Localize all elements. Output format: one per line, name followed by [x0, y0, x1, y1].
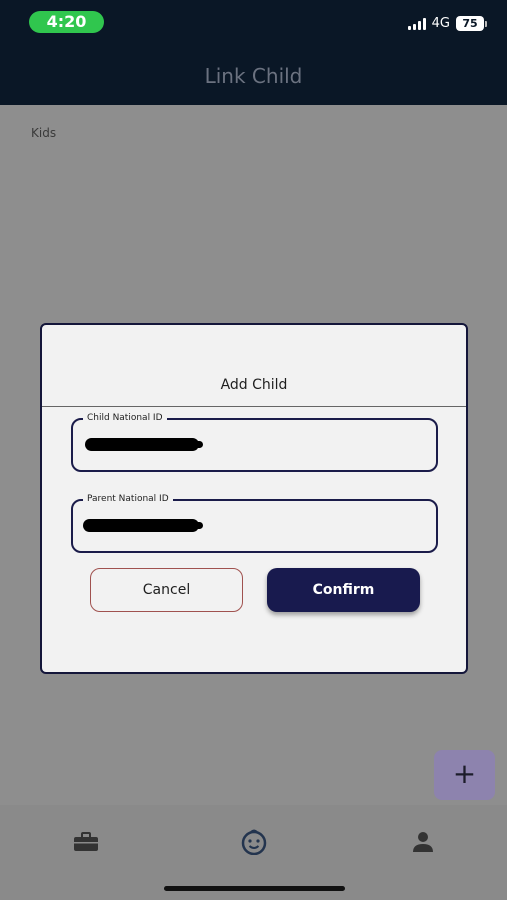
dialog-divider: [42, 406, 466, 407]
app-header: 4:20 4G 75 Link Child: [0, 0, 507, 105]
battery-level: 75: [456, 16, 484, 31]
home-indicator: [164, 886, 345, 891]
cancel-button[interactable]: Cancel: [90, 568, 243, 612]
child-national-id-field[interactable]: Child National ID: [71, 411, 438, 472]
child-face-icon: [241, 829, 267, 855]
network-type: 4G: [431, 16, 450, 31]
section-label-kids: Kids: [31, 126, 57, 140]
confirm-button[interactable]: Confirm: [267, 568, 420, 612]
status-time: 4:20: [29, 11, 104, 33]
signal-icon: [407, 17, 426, 30]
nav-briefcase[interactable]: [71, 827, 101, 857]
parent-national-id-field[interactable]: Parent National ID: [71, 492, 438, 553]
child-national-id-label: Child National ID: [83, 411, 167, 425]
battery-icon: 75: [456, 16, 487, 31]
dialog-title: Add Child: [220, 377, 288, 393]
profile-icon: [413, 832, 433, 852]
briefcase-icon: [74, 832, 98, 851]
add-child-dialog: Add Child Child National ID Parent Natio…: [40, 323, 468, 674]
status-indicators: 4G 75: [407, 16, 487, 31]
redacted-value: [85, 438, 203, 451]
page-title: Link Child: [204, 64, 303, 88]
nav-profile[interactable]: [408, 827, 438, 857]
nav-kids[interactable]: [239, 827, 269, 857]
parent-national-id-label: Parent National ID: [83, 492, 173, 506]
add-fab-button[interactable]: +: [434, 750, 495, 800]
redacted-value: [83, 519, 203, 532]
